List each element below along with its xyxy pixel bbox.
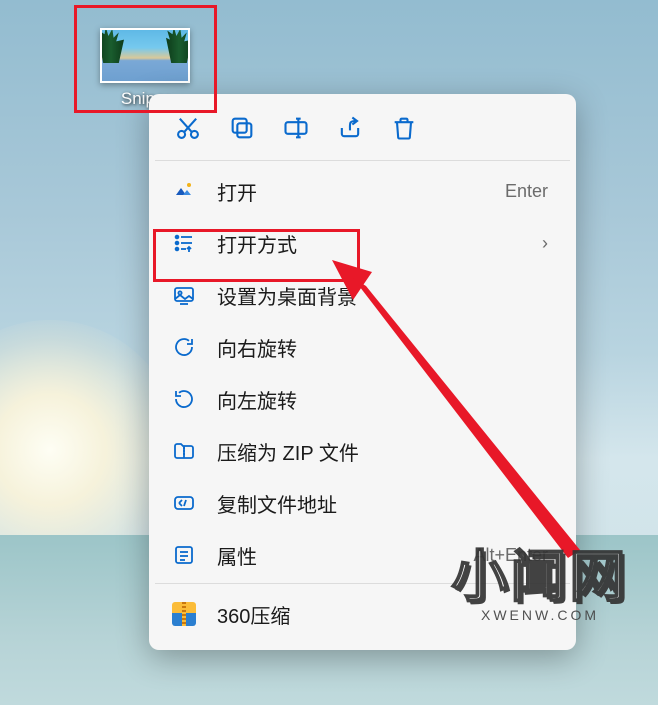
360zip-icon bbox=[171, 601, 197, 627]
delete-button[interactable] bbox=[379, 106, 429, 150]
menu-rotate-left[interactable]: 向左旋转 bbox=[155, 373, 570, 425]
trash-icon bbox=[390, 114, 418, 142]
separator bbox=[155, 160, 570, 161]
copy-icon bbox=[228, 114, 256, 142]
watermark-sub: XWENW.COM bbox=[481, 607, 599, 623]
menu-open-label: 打开 bbox=[217, 177, 257, 206]
scissors-icon bbox=[174, 114, 202, 142]
photos-app-icon bbox=[171, 178, 197, 204]
menu-open[interactable]: 打开 Enter bbox=[155, 165, 570, 217]
menu-rotate-right-label: 向右旋转 bbox=[217, 333, 297, 362]
menu-compress-zip[interactable]: 压缩为 ZIP 文件 bbox=[155, 425, 570, 477]
highlight-box-openwith bbox=[153, 229, 360, 282]
menu-rotate-right[interactable]: 向右旋转 bbox=[155, 321, 570, 373]
share-button[interactable] bbox=[325, 106, 375, 150]
set-background-icon bbox=[171, 282, 197, 308]
menu-properties-label: 属性 bbox=[217, 541, 257, 570]
rename-button[interactable] bbox=[271, 106, 321, 150]
highlight-box-file bbox=[74, 5, 217, 113]
watermark: 小闻网 XWENW.COM bbox=[436, 549, 644, 647]
menu-copy-path-label: 复制文件地址 bbox=[217, 489, 337, 518]
menu-rotate-left-label: 向左旋转 bbox=[217, 385, 297, 414]
rotate-right-icon bbox=[171, 334, 197, 360]
share-icon bbox=[336, 114, 364, 142]
menu-360zip-label: 360压缩 bbox=[217, 600, 290, 629]
rename-icon bbox=[282, 114, 310, 142]
properties-icon bbox=[171, 542, 197, 568]
watermark-title: 小闻网 bbox=[452, 549, 629, 605]
copy-path-icon bbox=[171, 490, 197, 516]
menu-open-shortcut: Enter bbox=[505, 181, 548, 202]
rotate-left-icon bbox=[171, 386, 197, 412]
menu-copy-path[interactable]: 复制文件地址 bbox=[155, 477, 570, 529]
chevron-right-icon: › bbox=[542, 233, 548, 254]
copy-button[interactable] bbox=[217, 106, 267, 150]
menu-set-background-label: 设置为桌面背景 bbox=[217, 281, 357, 310]
zip-folder-icon bbox=[171, 438, 197, 464]
context-toolbar bbox=[155, 102, 570, 158]
menu-compress-zip-label: 压缩为 ZIP 文件 bbox=[217, 437, 359, 466]
